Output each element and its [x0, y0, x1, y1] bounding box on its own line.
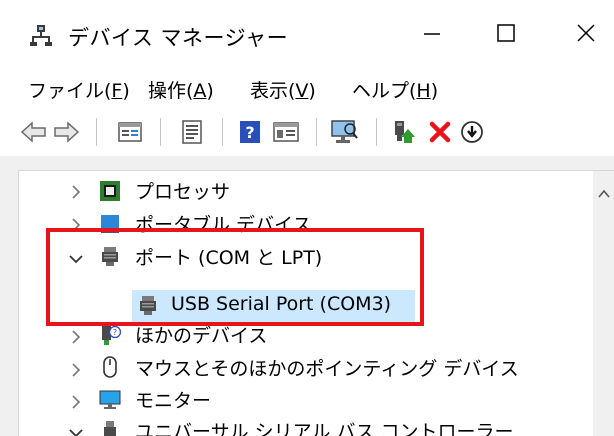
forward-button[interactable]: [52, 118, 80, 146]
toolbar-separator: [376, 118, 377, 146]
toolbar-separator: [160, 118, 161, 146]
properties-button[interactable]: [116, 118, 144, 146]
menu-action[interactable]: 操作(A): [148, 76, 214, 103]
properties-icon: [118, 122, 142, 142]
toolbar-separator: [222, 118, 223, 146]
monitor-icon: [99, 390, 121, 409]
chevron-right-icon[interactable]: [67, 183, 85, 201]
menu-help[interactable]: ヘルプ(H): [352, 76, 438, 103]
disable-device-button[interactable]: [458, 118, 486, 146]
close-icon: [577, 24, 595, 42]
toolbar-separator: [316, 118, 317, 146]
svg-text:?: ?: [113, 328, 117, 337]
device-manager-icon: [30, 24, 54, 46]
update-driver-button[interactable]: [390, 118, 418, 146]
unknown-device-icon: ?: [102, 325, 121, 345]
disable-device-icon: [461, 121, 483, 143]
toolbar: ?: [0, 110, 614, 156]
help-button[interactable]: ?: [236, 118, 264, 146]
minimize-icon: [424, 33, 440, 35]
vertical-scrollbar[interactable]: [593, 171, 614, 436]
annotation-highlight-box: [46, 228, 424, 326]
scroll-up-icon[interactable]: [597, 187, 611, 201]
maximize-button[interactable]: [486, 18, 526, 48]
toolbar-separator: [96, 118, 97, 146]
processor-icon: [100, 181, 120, 201]
uninstall-icon: [429, 121, 451, 143]
usb-icon: [104, 421, 116, 436]
resource-view-button[interactable]: [272, 118, 300, 146]
resource-view-icon: [273, 122, 299, 142]
uninstall-button[interactable]: [426, 118, 454, 146]
scan-hardware-icon: [331, 120, 358, 143]
chevron-right-icon[interactable]: [67, 393, 85, 411]
window-title: デバイス マネージャー: [68, 26, 289, 50]
tree-item-label: プロセッサ: [135, 181, 231, 203]
update-driver-icon: [395, 121, 415, 143]
chevron-right-icon[interactable]: [67, 361, 85, 379]
tree-item-label: マウスとそのほかのポインティング デバイス: [135, 358, 519, 380]
scan-hardware-button[interactable]: [330, 118, 358, 146]
back-button[interactable]: [20, 118, 48, 146]
svg-text:?: ?: [245, 123, 254, 142]
minimize-button[interactable]: [412, 18, 452, 48]
mouse-icon: [103, 356, 117, 378]
menu-file[interactable]: ファイル(F): [28, 76, 130, 103]
menu-bar: ファイル(F) 操作(A) 表示(V) ヘルプ(H): [0, 66, 614, 110]
tree-item-label: ユニバーサル シリアル バス コントローラー: [135, 421, 514, 436]
show-hide-button[interactable]: [178, 118, 206, 146]
show-hide-icon: [182, 120, 202, 144]
help-icon: ?: [240, 121, 260, 143]
maximize-icon: [497, 24, 515, 42]
chevron-down-icon[interactable]: [67, 424, 85, 436]
tree-item-label: モニター: [135, 390, 212, 412]
chevron-right-icon[interactable]: [67, 328, 85, 346]
close-button[interactable]: [566, 18, 606, 48]
title-bar: デバイス マネージャー: [0, 0, 614, 66]
menu-view[interactable]: 表示(V): [250, 76, 316, 103]
back-arrow-icon: [21, 121, 46, 143]
forward-arrow-icon: [54, 121, 79, 143]
